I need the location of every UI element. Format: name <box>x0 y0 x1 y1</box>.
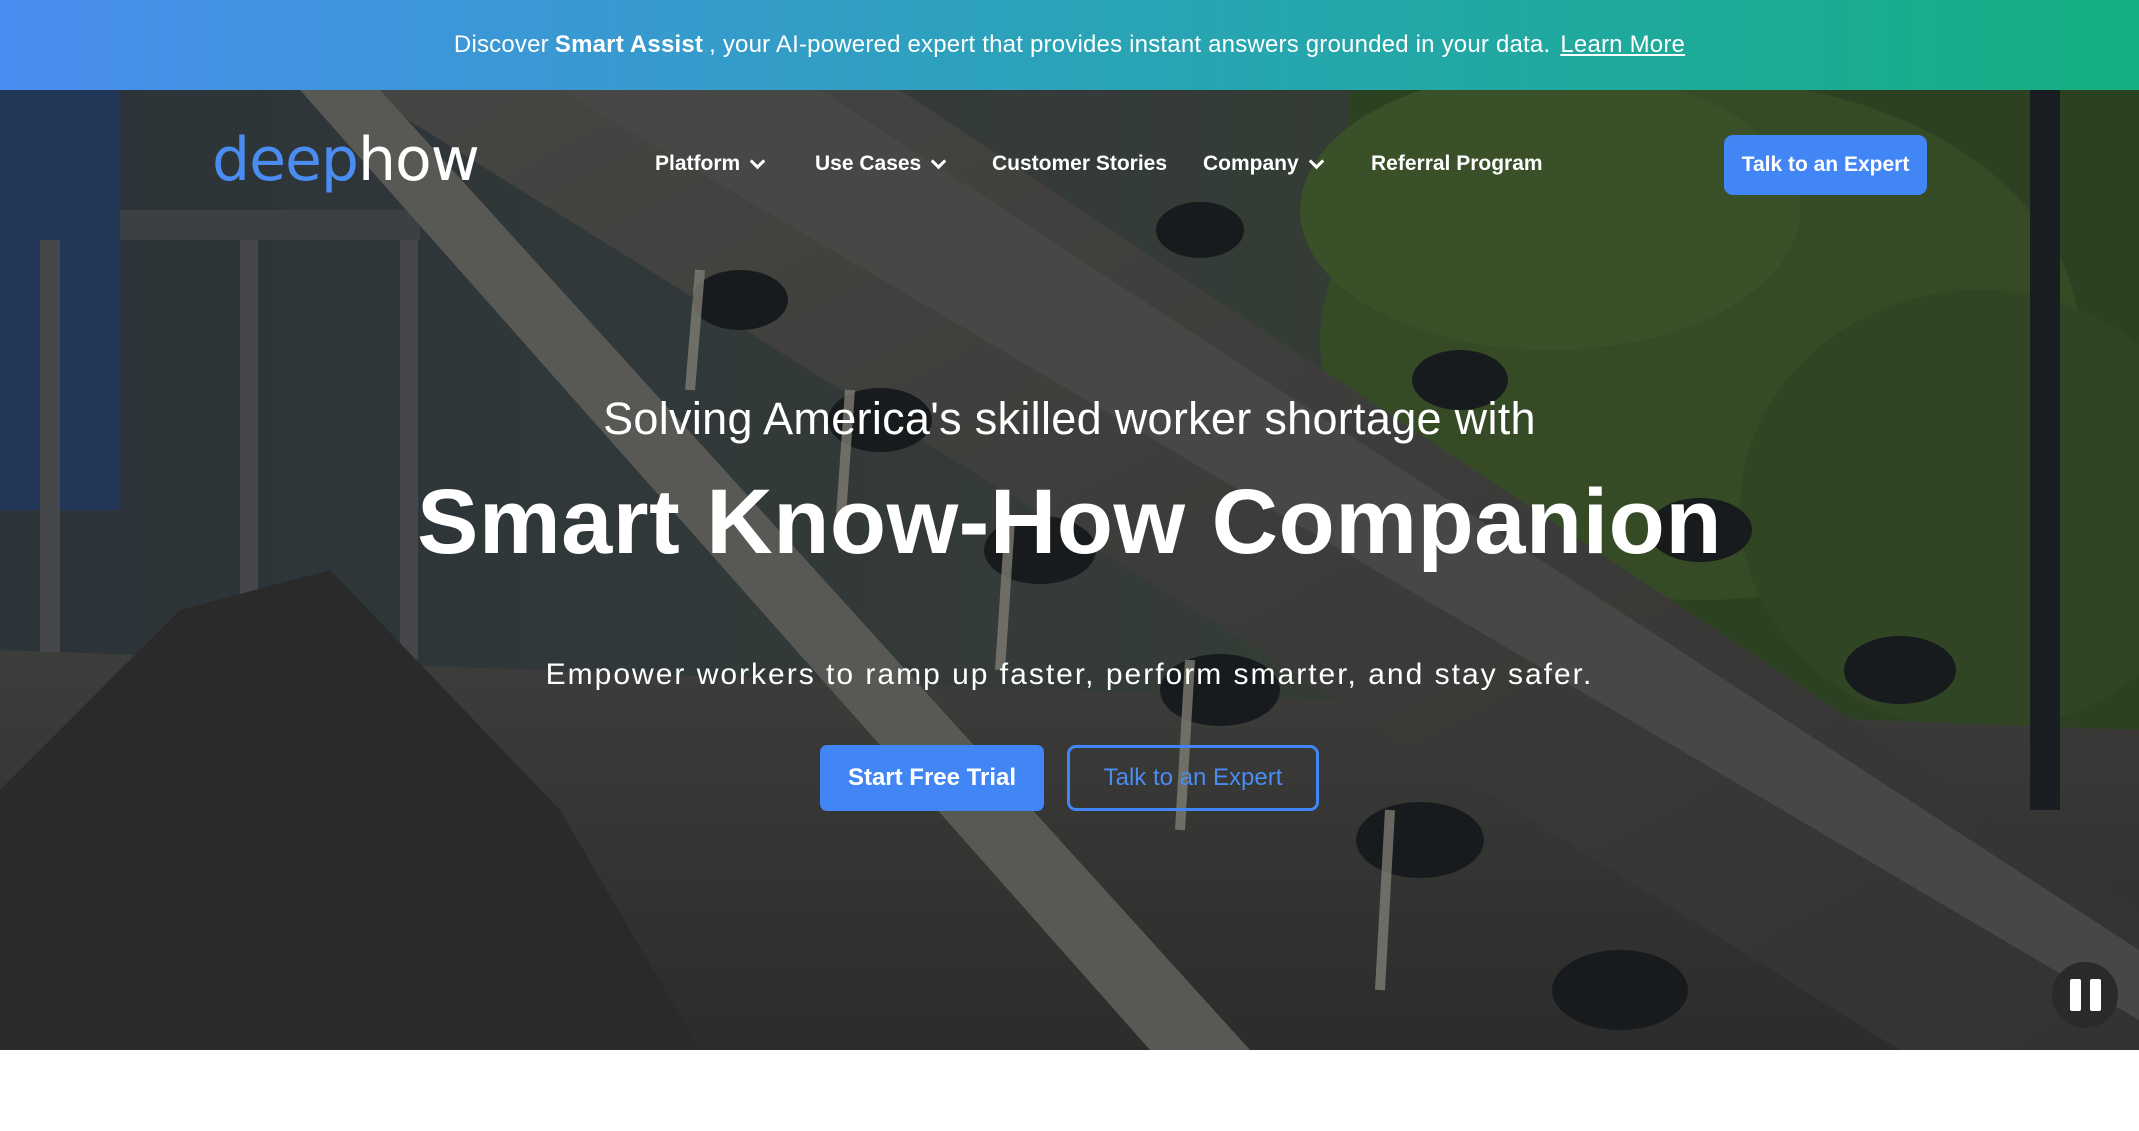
announcement-highlight: Smart Assist <box>554 31 704 58</box>
nav-item-platform[interactable]: Platform <box>655 152 766 176</box>
announcement-bar: Discover Smart Assist , your AI-powered … <box>0 0 2139 90</box>
main-navigation: deephow Platform Use Cases Customer Stor… <box>0 90 2139 240</box>
nav-item-label: Use Cases <box>815 152 922 175</box>
chevron-down-icon <box>930 153 947 169</box>
announcement-prefix: Discover <box>453 31 549 58</box>
nav-item-use-cases[interactable]: Use Cases <box>815 152 947 176</box>
pause-video-button[interactable] <box>2052 962 2118 1028</box>
nav-item-referral-program[interactable]: Referral Program <box>1371 152 1543 176</box>
chevron-down-icon <box>1308 153 1324 169</box>
nav-item-label: Referral Program <box>1371 152 1543 175</box>
talk-to-expert-nav-button[interactable]: Talk to an Expert <box>1724 135 1927 195</box>
deephow-logo[interactable]: deephow <box>212 130 480 190</box>
hero-subheadline: Empower workers to ramp up faster, perfo… <box>545 658 1594 691</box>
announcement-text: , your AI-powered expert that provides i… <box>709 31 1551 58</box>
nav-item-label: Platform <box>655 152 741 175</box>
nav-item-label: Customer Stories <box>992 152 1168 175</box>
chevron-down-icon <box>749 153 766 169</box>
nav-item-customer-stories[interactable]: Customer Stories <box>992 152 1167 176</box>
pause-icon <box>2069 979 2081 1011</box>
nav-item-label: Company <box>1203 152 1299 175</box>
logo-text-deep: deep <box>212 125 359 195</box>
logo-text-how: how <box>358 125 480 195</box>
pause-icon <box>2089 979 2101 1011</box>
talk-to-expert-hero-button[interactable]: Talk to an Expert <box>1067 745 1319 811</box>
hero-kicker: Solving America's skilled worker shortag… <box>603 393 1536 444</box>
learn-more-link[interactable]: Learn More <box>1560 31 1685 59</box>
hero-headline: Smart Know-How Companion <box>416 471 1723 573</box>
start-free-trial-button[interactable]: Start Free Trial <box>820 745 1044 811</box>
hero-section: deephow Platform Use Cases Customer Stor… <box>0 90 2139 1050</box>
nav-item-company[interactable]: Company <box>1203 152 1324 176</box>
